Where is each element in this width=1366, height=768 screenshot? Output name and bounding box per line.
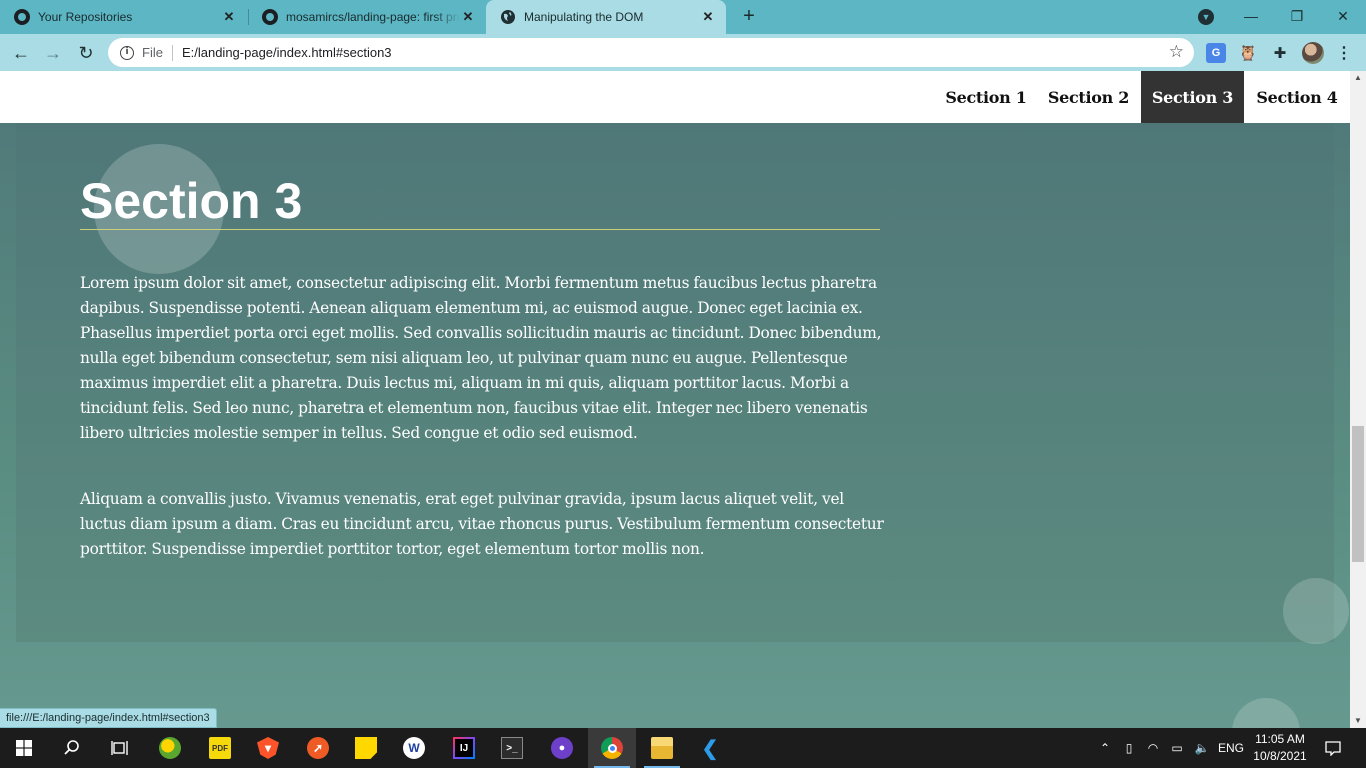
scroll-down-arrow[interactable]: ▼: [1350, 714, 1366, 728]
terminal-icon: >_: [501, 737, 523, 759]
folder-icon: [651, 737, 673, 759]
section-3-container: Section 3 Lorem ipsum dolor sit amet, co…: [16, 123, 1334, 642]
task-view-button[interactable]: [96, 728, 144, 768]
link-status-bubble: file:///E:/landing-page/index.html#secti…: [0, 708, 217, 728]
taskbar-app-chrome[interactable]: [588, 728, 636, 768]
scroll-up-arrow[interactable]: ▲: [1350, 71, 1366, 85]
input-language-indicator[interactable]: ENG: [1214, 728, 1248, 768]
section-paragraph: Aliquam a convallis justo. Vivamus venen…: [80, 490, 884, 558]
brave-browser-icon: ▾: [257, 737, 279, 759]
info-icon[interactable]: i: [120, 45, 134, 60]
intellij-icon: IJ: [453, 737, 475, 759]
address-bar[interactable]: i File E:/landing-page/index.html#sectio…: [108, 38, 1194, 67]
vscode-icon: ❮: [701, 737, 719, 760]
decorative-circle: [1232, 698, 1300, 728]
taskbar-app-pdf[interactable]: PDF: [196, 728, 244, 768]
search-button[interactable]: [48, 728, 96, 768]
task-view-icon: [111, 741, 128, 755]
profile-avatar[interactable]: [1302, 42, 1324, 64]
taskbar-app-github-desktop[interactable]: ●: [538, 728, 586, 768]
github-icon: [14, 9, 30, 25]
browser-menu-icon[interactable]: ⋮: [1334, 43, 1354, 63]
search-icon: [64, 740, 79, 755]
battery-status-icon[interactable]: ▯: [1118, 728, 1140, 768]
tab-search-icon[interactable]: ▼: [1198, 9, 1214, 25]
tab-title: Your Repositories: [38, 10, 133, 24]
taskbar-app-brave[interactable]: ▾: [244, 728, 292, 768]
tab-manipulating-the-dom[interactable]: Manipulating the DOM ✕: [486, 0, 726, 34]
show-hidden-icons-button[interactable]: ⌃: [1094, 728, 1116, 768]
decorative-circle: [1283, 578, 1349, 644]
github-icon: [262, 9, 278, 25]
taskbar-app-intellij[interactable]: IJ: [440, 728, 488, 768]
taskbar-app-vscode[interactable]: ❮: [686, 728, 734, 768]
globe-icon: [501, 10, 515, 24]
bookmark-star-icon[interactable]: ☆: [1169, 42, 1184, 62]
sticky-notes-icon: [355, 737, 377, 759]
w-app-icon: W: [403, 737, 425, 759]
close-window-button[interactable]: ✕: [1320, 0, 1366, 32]
chameleon-icon: [159, 737, 181, 759]
extensions-puzzle-icon[interactable]: ✚: [1270, 43, 1290, 63]
start-button[interactable]: [0, 728, 48, 768]
forward-button[interactable]: →: [40, 40, 66, 66]
page-scrollbar[interactable]: ▲ ▼: [1350, 71, 1366, 728]
windows-logo-icon: [16, 740, 32, 756]
tab-your-repositories[interactable]: Your Repositories ✕: [0, 0, 247, 34]
pdf-icon: PDF: [209, 737, 231, 759]
system-clock[interactable]: 11:05 AM 10/8/2021: [1250, 731, 1310, 765]
taskbar-app-webstorm-alt[interactable]: W: [390, 728, 438, 768]
notifications-icon[interactable]: [1316, 728, 1350, 768]
taskbar-app-sticky-notes[interactable]: [342, 728, 390, 768]
nav-link-section-1[interactable]: Section 1: [936, 71, 1036, 123]
nav-link-section-4[interactable]: Section 4: [1244, 71, 1350, 123]
address-divider: [171, 44, 173, 61]
browser-tab-strip: Your Repositories ✕ mosamircs/landing-pa…: [0, 0, 1366, 34]
scheme-label: File: [142, 45, 163, 60]
close-tab-icon[interactable]: ✕: [700, 9, 716, 25]
close-tab-icon[interactable]: ✕: [221, 9, 237, 25]
tab-title: mosamircs/landing-page: first project: [286, 10, 460, 24]
taskbar-app-postman[interactable]: ➚: [294, 728, 342, 768]
back-button[interactable]: ←: [8, 40, 34, 66]
taskbar-app-terminal[interactable]: >_: [488, 728, 536, 768]
chrome-icon: [601, 737, 623, 759]
scroll-thumb[interactable]: [1352, 426, 1364, 562]
postman-icon: ➚: [307, 737, 329, 759]
translate-extension-icon[interactable]: G: [1206, 43, 1226, 63]
tab-landing-page-repo[interactable]: mosamircs/landing-page: first project ✕: [248, 0, 486, 34]
restore-button[interactable]: ❐: [1274, 0, 1320, 32]
github-desktop-icon: ●: [551, 737, 573, 759]
owl-extension-icon[interactable]: 🦉: [1238, 43, 1258, 63]
page-navbar: Section 1 Section 2 Section 3 Section 4: [0, 71, 1350, 123]
clock-time: 11:05 AM: [1255, 732, 1305, 746]
nav-link-section-2[interactable]: Section 2: [1036, 71, 1141, 123]
clock-date: 10/8/2021: [1253, 749, 1307, 763]
page-viewport: Section 3 Lorem ipsum dolor sit amet, co…: [0, 71, 1350, 728]
tab-title: Manipulating the DOM: [524, 10, 644, 24]
section-title: Section 3: [80, 173, 880, 230]
taskbar-app-file-explorer[interactable]: [638, 728, 686, 768]
volume-icon[interactable]: 🔈: [1190, 728, 1214, 768]
wifi-icon[interactable]: ◠: [1142, 728, 1164, 768]
nav-link-section-3[interactable]: Section 3: [1141, 71, 1244, 123]
windows-taskbar: PDF ▾ ➚ W IJ >_ ● ❮ ⌃ ▯ ◠ ▭ 🔈 ENG 11:05 …: [0, 728, 1366, 768]
taskbar-app-chameleon[interactable]: [146, 728, 194, 768]
power-icon[interactable]: ▭: [1166, 728, 1188, 768]
close-tab-icon[interactable]: ✕: [460, 9, 476, 25]
minimize-button[interactable]: —: [1228, 0, 1274, 32]
browser-toolbar: ← → ↻ i File E:/landing-page/index.html#…: [0, 34, 1366, 71]
url-text[interactable]: E:/landing-page/index.html#section3: [182, 45, 392, 60]
reload-button[interactable]: ↻: [73, 40, 99, 66]
new-tab-button[interactable]: +: [738, 6, 760, 28]
section-paragraph: Lorem ipsum dolor sit amet, consectetur …: [80, 274, 882, 442]
